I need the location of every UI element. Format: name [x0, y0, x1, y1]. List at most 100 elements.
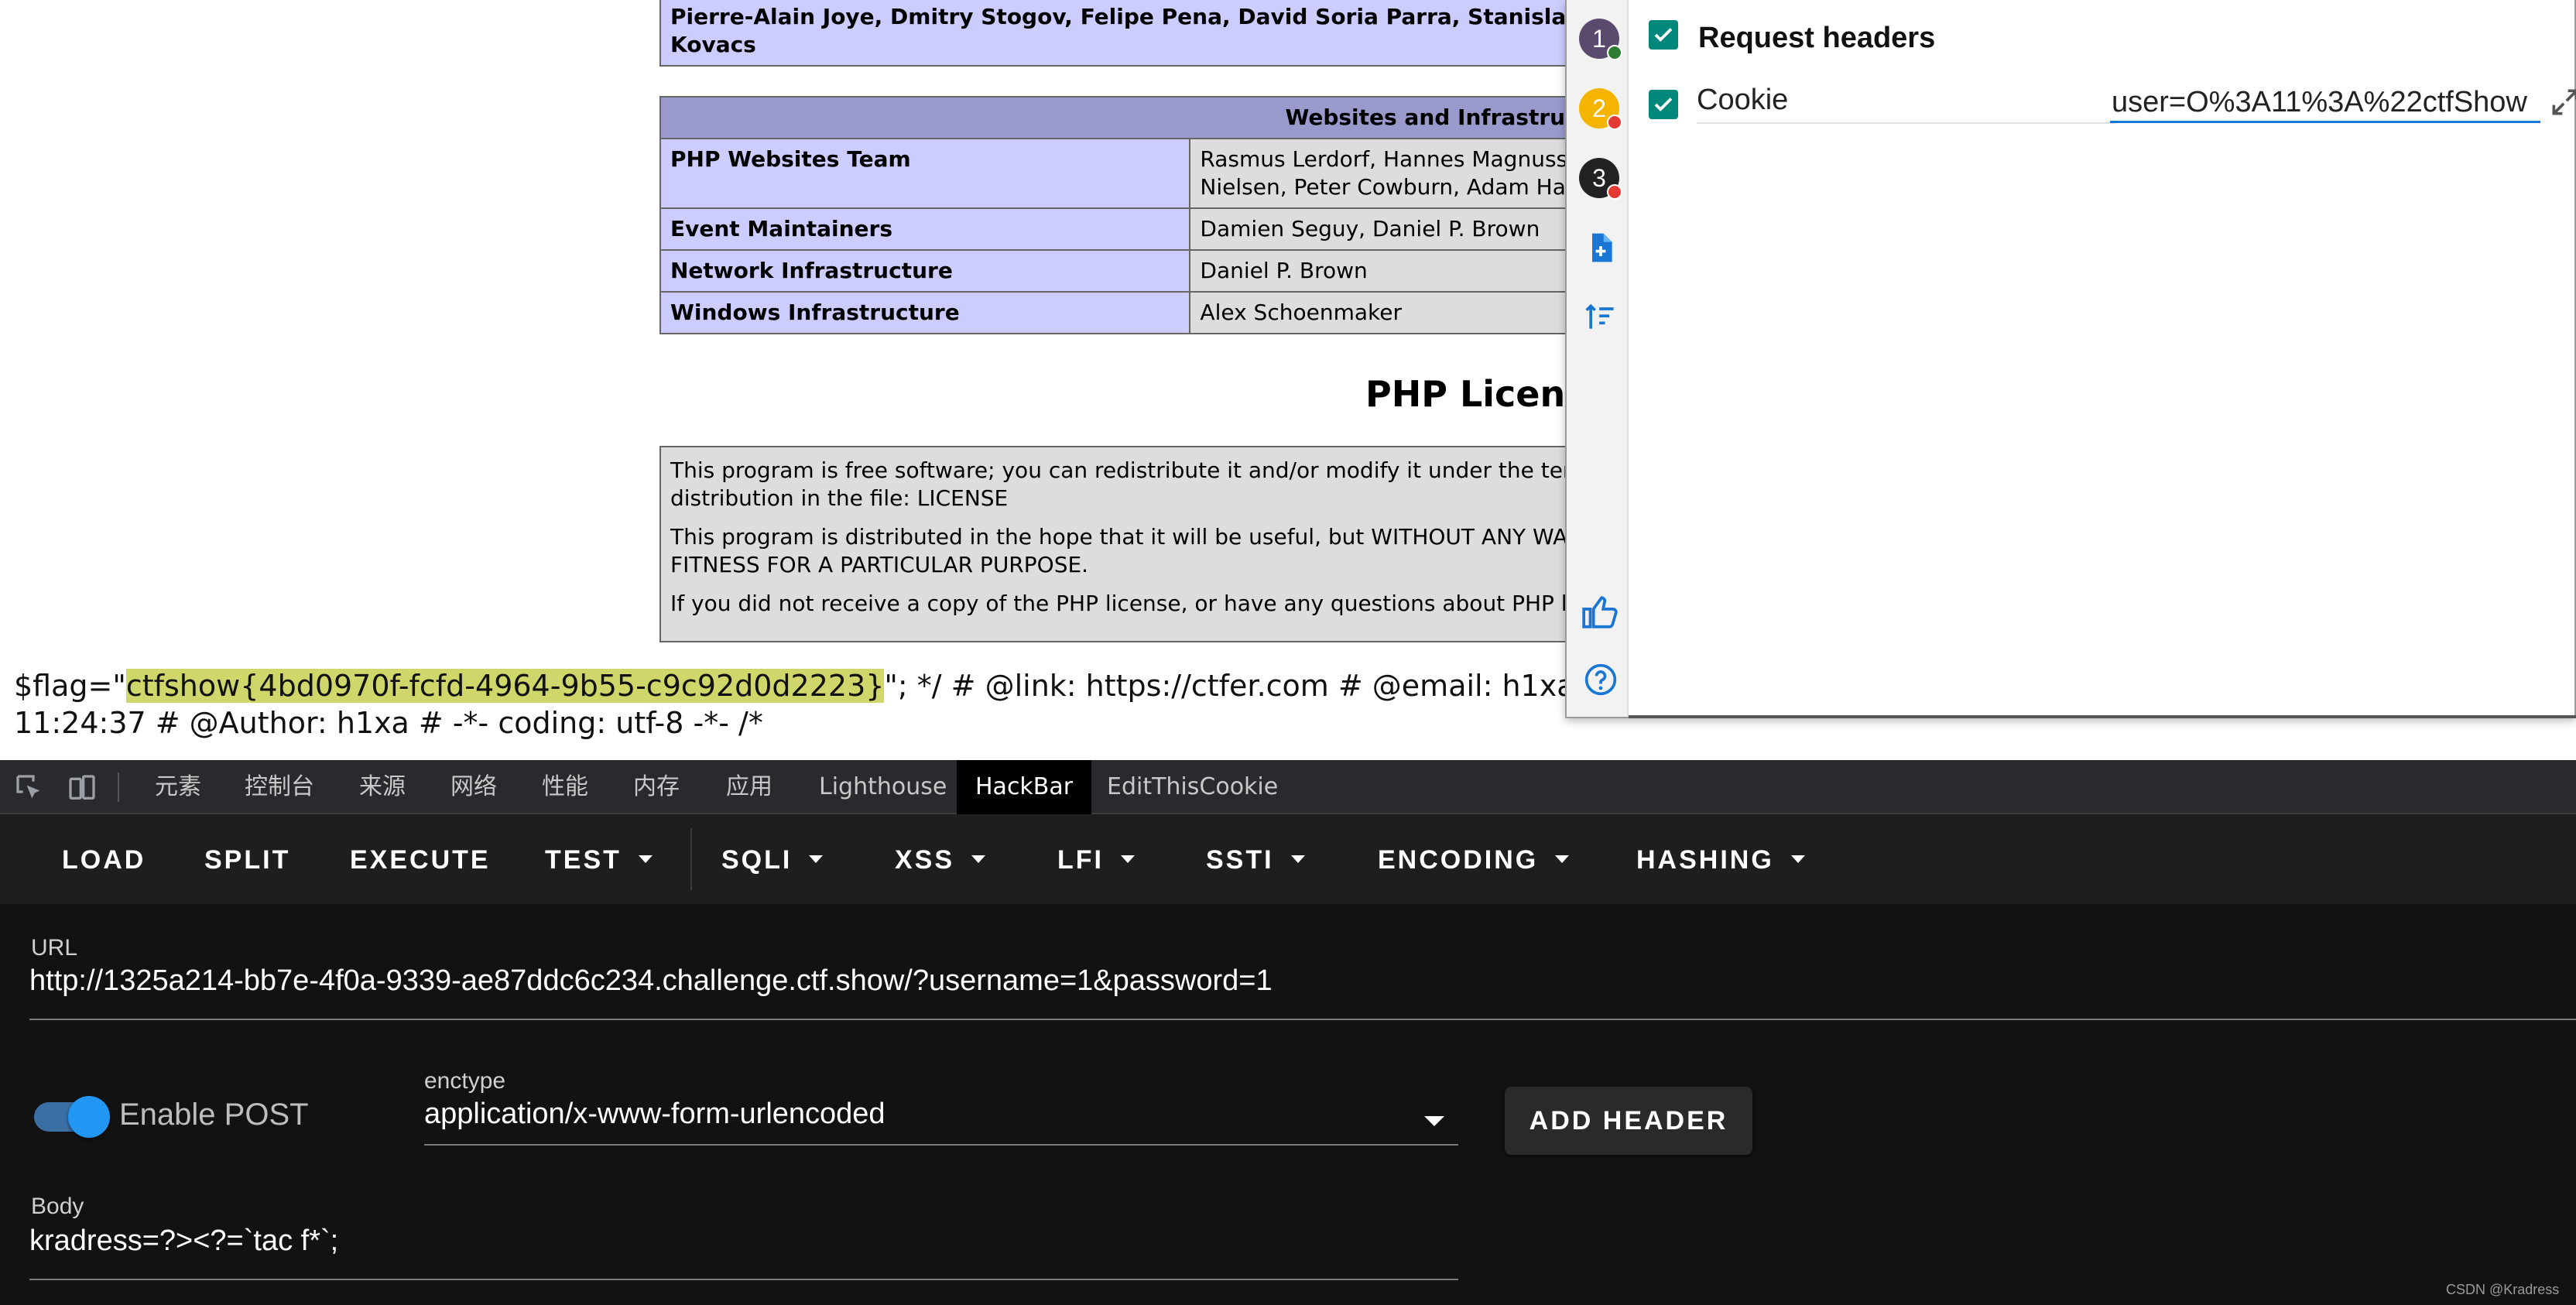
popup-sidebar: 1 2 3: [1567, 0, 1629, 717]
load-button[interactable]: LOAD: [62, 841, 146, 879]
chevron-down-icon: [1555, 855, 1570, 864]
row-value: Damien Seguy, Daniel P. Brown: [1189, 207, 1605, 251]
add-file-icon[interactable]: [1584, 231, 1618, 265]
toolbar-separator: [118, 772, 119, 802]
request-headers-checkbox[interactable]: [1649, 20, 1678, 50]
row-value-line: Nielsen, Peter Cowburn, Adam Harv: [1200, 174, 1588, 200]
add-header-button[interactable]: ADD HEADER: [1505, 1087, 1752, 1155]
license-line: If you did not receive a copy of the PHP…: [670, 591, 1604, 616]
button-label: LFI: [1057, 845, 1104, 875]
tab-performance[interactable]: 性能: [523, 760, 607, 814]
popup-title: Request headers: [1698, 22, 1936, 54]
row-value: Daniel P. Brown: [1189, 249, 1605, 293]
enable-post-toggle-knob[interactable]: [68, 1096, 110, 1138]
enctype-label: enctype: [424, 1068, 506, 1094]
hashing-dropdown[interactable]: HASHING: [1636, 841, 1805, 879]
split-button[interactable]: SPLIT: [204, 841, 290, 879]
button-label: LOAD: [62, 845, 146, 875]
license-paragraph: This program is distributed in the hope …: [670, 523, 1602, 579]
sort-icon[interactable]: [1584, 300, 1618, 334]
checkmark-icon: [1654, 28, 1673, 42]
chevron-down-icon: [1120, 855, 1135, 864]
execute-button[interactable]: EXECUTE: [350, 841, 491, 879]
row-label: Event Maintainers: [659, 207, 1191, 251]
request-headers-popup: 1 2 3 Request headers Cookie user=O%3A11…: [1565, 0, 2576, 718]
table-row: Network Infrastructure Daniel P. Brown: [659, 249, 1605, 293]
body-underline: [29, 1279, 1458, 1280]
tab-elements[interactable]: 元素: [136, 760, 220, 814]
ssti-dropdown[interactable]: SSTI: [1206, 841, 1305, 879]
sqli-dropdown[interactable]: SQLI: [721, 841, 824, 879]
credits-line: Kovacs: [670, 32, 756, 57]
license-paragraph: This program is free software; you can r…: [670, 457, 1602, 512]
rule-number: 1: [1592, 25, 1606, 53]
chevron-down-icon: [1790, 855, 1805, 864]
encoding-dropdown[interactable]: ENCODING: [1378, 841, 1570, 879]
row-label: Windows Infrastructure: [659, 291, 1191, 334]
toolbar-divider: [690, 828, 692, 890]
url-input[interactable]: http://1325a214-bb7e-4f0a-9339-ae87ddc6c…: [29, 964, 1273, 998]
tab-console[interactable]: 控制台: [226, 760, 333, 814]
button-label: EXECUTE: [350, 845, 491, 875]
rule-number: 2: [1592, 94, 1606, 122]
tab-sources[interactable]: 来源: [341, 760, 424, 814]
url-label: URL: [31, 935, 78, 961]
tab-memory[interactable]: 内存: [615, 760, 698, 814]
credits-table-tail: Pierre-Alain Joye, Dmitry Stogov, Felipe…: [659, 0, 1604, 67]
inspect-element-icon[interactable]: [14, 772, 45, 803]
license-line: This program is distributed in the hope …: [670, 524, 1604, 550]
chevron-down-icon: [1290, 855, 1305, 864]
row-value: Rasmus Lerdorf, Hannes Magnusson Nielsen…: [1189, 138, 1605, 209]
license-line: FITNESS FOR A PARTICULAR PURPOSE.: [670, 552, 1089, 577]
device-toolbar-icon[interactable]: [67, 772, 98, 803]
hackbar-toolbar: LOAD SPLIT EXECUTE TEST SQLI XSS LFI SST…: [0, 814, 2576, 904]
chevron-down-icon: [809, 855, 824, 864]
lfi-dropdown[interactable]: LFI: [1057, 841, 1135, 879]
chevron-down-icon[interactable]: [1424, 1116, 1444, 1126]
test-dropdown[interactable]: TEST: [545, 841, 653, 879]
expand-icon[interactable]: [2548, 85, 2576, 119]
devtools-tab-bar: 元素 控制台 来源 网络 性能 内存 应用 Lighthouse HackBar…: [0, 760, 2576, 814]
body-input[interactable]: kradress=?><?=`tac f*`;: [29, 1225, 338, 1258]
body-label: Body: [31, 1194, 84, 1219]
tab-editthiscookie[interactable]: EditThisCookie: [1088, 760, 1297, 814]
row-label: Network Infrastructure: [659, 249, 1191, 293]
table-row: PHP Websites Team Rasmus Lerdorf, Hannes…: [659, 138, 1605, 209]
status-dot-off: [1607, 115, 1622, 130]
enable-post-label: Enable POST: [119, 1098, 309, 1132]
flag-value-highlight: ctfshow{4bd0970f-fcfd-4964-9b55-c9c92d0d…: [125, 669, 885, 703]
tab-hackbar[interactable]: HackBar: [957, 760, 1092, 814]
credits-line: Pierre-Alain Joye, Dmitry Stogov, Felipe…: [670, 4, 1593, 29]
cookie-header-checkbox[interactable]: [1649, 90, 1678, 119]
chevron-down-icon: [638, 855, 653, 864]
tab-application[interactable]: 应用: [707, 760, 791, 814]
header-value-input[interactable]: user=O%3A11%3A%22ctfShow: [2110, 84, 2540, 123]
hackbar-panel: LOAD SPLIT EXECUTE TEST SQLI XSS LFI SST…: [0, 814, 2576, 1305]
status-dot-ok: [1607, 45, 1622, 60]
table-header-row: Websites and Infrastructu: [659, 96, 1605, 139]
popup-divider: [1629, 715, 2576, 718]
license-line: distribution in the file: LICENSE: [670, 485, 1009, 511]
thumbs-up-icon[interactable]: [1581, 593, 1619, 632]
help-icon[interactable]: [1584, 663, 1618, 697]
devtools-panel: 元素 控制台 来源 网络 性能 内存 应用 Lighthouse HackBar…: [0, 760, 2576, 1305]
button-label: SSTI: [1206, 845, 1274, 875]
row-value: Alex Schoenmaker: [1189, 291, 1605, 334]
button-label: SQLI: [721, 845, 793, 875]
button-label: TEST: [545, 845, 622, 875]
button-label: HASHING: [1636, 845, 1774, 875]
table-row: Windows Infrastructure Alex Schoenmaker: [659, 291, 1605, 334]
table-header: Websites and Infrastructu: [659, 96, 1605, 139]
tab-lighthouse[interactable]: Lighthouse: [800, 760, 965, 814]
header-name-field[interactable]: Cookie: [1697, 84, 1788, 117]
checkmark-icon: [1654, 98, 1673, 111]
enctype-select[interactable]: application/x-www-form-urlencoded: [424, 1098, 886, 1131]
row-label: PHP Websites Team: [659, 138, 1191, 209]
table-row: Event Maintainers Damien Seguy, Daniel P…: [659, 207, 1605, 251]
status-dot-off: [1607, 184, 1622, 200]
button-label: ENCODING: [1378, 845, 1539, 875]
rule-number: 3: [1592, 164, 1606, 192]
tab-network[interactable]: 网络: [432, 760, 516, 814]
xss-dropdown[interactable]: XSS: [895, 841, 986, 879]
license-paragraph: If you did not receive a copy of the PHP…: [670, 590, 1602, 618]
